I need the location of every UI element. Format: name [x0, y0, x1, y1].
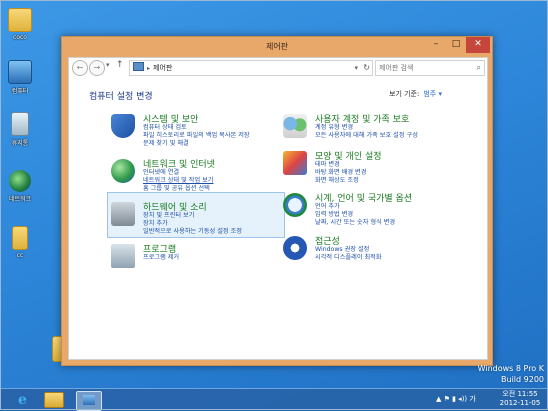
- forward-button[interactable]: →: [89, 60, 105, 76]
- recycle-bin-icon: [11, 112, 29, 136]
- address-dropdown[interactable]: ▾: [354, 61, 358, 75]
- users-icon: [283, 114, 307, 138]
- desktop-icon-computer[interactable]: 컴퓨터: [2, 60, 38, 95]
- up-button[interactable]: ↑: [116, 60, 124, 70]
- desktop-icon-network[interactable]: 네트워크: [2, 170, 38, 203]
- taskbar-control-panel[interactable]: [76, 391, 102, 411]
- category-link[interactable]: 화면 해상도 조정: [315, 177, 366, 185]
- category-link[interactable]: 언어 추가: [315, 203, 395, 211]
- category-link[interactable]: 계정 유형 변경: [315, 124, 418, 132]
- back-button[interactable]: ←: [72, 60, 88, 76]
- search-box: ⌕: [375, 60, 485, 76]
- desktop-icon-label: 휴지통: [11, 140, 29, 147]
- view-by-dropdown[interactable]: 범주 ▾: [423, 90, 442, 98]
- watermark-edition: Windows 8 Pro K: [477, 364, 544, 373]
- network-globe-icon: [9, 170, 31, 192]
- appearance-icon: [283, 151, 307, 175]
- taskbar: e ▲ ⚑ ▮ ◂)) 가 오전 11:55 2012-11-05: [0, 388, 548, 411]
- accessibility-icon: [283, 236, 307, 260]
- category-link[interactable]: 인터넷에 연결: [143, 169, 213, 177]
- desktop-icon-label: 컴퓨터: [11, 88, 29, 95]
- desktop-icon-label: cc: [16, 252, 24, 259]
- desktop-icon-folder[interactable]: coco: [2, 8, 38, 41]
- clock-time: 오전 11:55: [502, 390, 538, 398]
- maximize-button[interactable]: □: [446, 37, 466, 53]
- control-panel-icon: [83, 395, 95, 405]
- desktop-icon-folder-2[interactable]: cc: [2, 226, 38, 259]
- computer-icon: [8, 60, 32, 84]
- taskbar-internet-explorer[interactable]: e: [14, 391, 36, 409]
- close-button[interactable]: ✕: [466, 37, 490, 53]
- title-bar[interactable]: 제어판 – □ ✕: [62, 37, 492, 57]
- windows-build-watermark: Windows 8 Pro K Build 9200: [478, 363, 544, 385]
- system-tray-icons[interactable]: ▲ ⚑ ▮ ◂)) 가: [436, 394, 476, 404]
- printer-icon: [111, 202, 135, 226]
- taskbar-clock[interactable]: 오전 11:55 2012-11-05: [496, 390, 544, 408]
- folder-icon: [12, 226, 28, 250]
- category-link[interactable]: 바탕 화면 배경 변경: [315, 169, 366, 177]
- category-link[interactable]: 컴퓨터 상태 검토: [143, 124, 250, 132]
- folder-icon: [8, 8, 32, 32]
- refresh-icon[interactable]: ↻: [363, 61, 370, 75]
- category-link[interactable]: 장치 추가: [143, 220, 242, 228]
- view-by-label: 보기 기준:: [389, 90, 420, 98]
- breadcrumb-separator: ▸: [147, 65, 151, 72]
- category-link[interactable]: Windows 권장 설정: [315, 246, 382, 254]
- category-link[interactable]: 홈 그룹 및 공유 옵션 선택: [143, 185, 213, 193]
- network-icon: [111, 159, 135, 183]
- category-link[interactable]: 파일 히스토리로 파일의 백업 복사본 저장: [143, 132, 250, 140]
- clock-globe-icon: [283, 193, 307, 217]
- navigation-bar: ← → ▾ ↑ ▸제어판 ▾ ↻ ⌕: [68, 57, 488, 79]
- category-link[interactable]: 장치 및 프린터 보기: [143, 212, 242, 220]
- desktop: coco 컴퓨터 휴지통 네트워크 cc 제어판 – □ ✕ ← → ▾ ↑ ▸…: [0, 0, 548, 411]
- desktop-icon-label: coco: [13, 34, 27, 41]
- breadcrumb-control-panel[interactable]: 제어판: [153, 64, 172, 72]
- desktop-icon-label: 네트워크: [8, 196, 32, 203]
- category-link[interactable]: 문제 찾기 및 해결: [143, 140, 250, 148]
- desktop-icon-recycle-bin[interactable]: 휴지통: [2, 112, 38, 147]
- category-link[interactable]: 네트워크 상태 및 작업 보기: [143, 177, 213, 185]
- recent-locations-dropdown[interactable]: ▾: [106, 61, 110, 69]
- category-link[interactable]: 프로그램 제거: [143, 254, 179, 262]
- taskbar-file-explorer[interactable]: [44, 392, 64, 408]
- content-area: 컴퓨터 설정 변경 보기 기준: 범주 ▾ 시스템 및 보안 컴퓨터 상태 검토 …: [68, 77, 488, 360]
- clock-date: 2012-11-05: [499, 399, 541, 407]
- search-icon[interactable]: ⌕: [477, 61, 481, 75]
- control-panel-window: 제어판 – □ ✕ ← → ▾ ↑ ▸제어판 ▾ ↻ ⌕ 컴퓨터 설정 변경 보…: [61, 36, 493, 366]
- search-input[interactable]: [376, 62, 470, 74]
- category-link[interactable]: 일반적으로 사용하는 기동성 설정 조정: [143, 228, 242, 236]
- view-by: 보기 기준: 범주 ▾: [389, 89, 442, 99]
- control-panel-icon: [133, 62, 144, 71]
- category-link[interactable]: 날짜, 시간 또는 숫자 형식 변경: [315, 219, 395, 227]
- category-link[interactable]: 테마 변경: [315, 161, 366, 169]
- category-link[interactable]: 모든 사용자에 대해 가족 보호 설정 구성: [315, 132, 418, 140]
- page-title: 컴퓨터 설정 변경: [89, 92, 153, 102]
- minimize-button[interactable]: –: [426, 37, 446, 53]
- internet-explorer-icon: e: [18, 392, 27, 408]
- address-bar[interactable]: ▸ 제어판 ▾ ↻: [129, 60, 373, 76]
- shield-icon: [111, 114, 135, 138]
- category-link[interactable]: 입력 방법 변경: [315, 211, 395, 219]
- watermark-build: Build 9200: [501, 375, 544, 384]
- category-link[interactable]: 시각적 디스플레이 최적화: [315, 254, 382, 262]
- programs-icon: [111, 244, 135, 268]
